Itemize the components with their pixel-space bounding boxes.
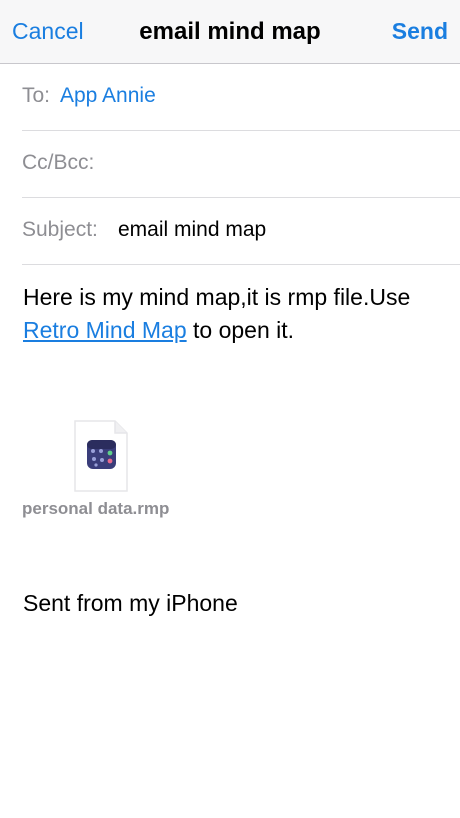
body-text-before-link: Here is my mind map,it is rmp file.Use [23, 284, 411, 310]
rmp-file-icon [74, 420, 128, 492]
to-field-row[interactable]: To: App Annie [22, 64, 460, 131]
signature: Sent from my iPhone [23, 590, 238, 616]
body-text-after-link: to open it. [186, 317, 295, 343]
compose-mail-screen: Cancel email mind map Send To: App Annie… [0, 0, 460, 818]
subject-label: Subject: [22, 218, 98, 241]
subject-field-row[interactable]: Subject: email mind map [22, 198, 460, 265]
navigation-bar: Cancel email mind map Send [0, 0, 460, 64]
send-button[interactable]: Send [392, 18, 448, 45]
attachment-file-name: personal data.rmp [22, 499, 170, 518]
cancel-button[interactable]: Cancel [12, 18, 84, 45]
subject-input[interactable]: email mind map [118, 218, 266, 242]
retro-mind-map-link[interactable]: Retro Mind Map [23, 317, 187, 343]
message-body[interactable]: Here is my mind map,it is rmp file.Use R… [23, 281, 443, 347]
attachment[interactable]: personal data.rmp [22, 420, 202, 520]
ccbcc-field-row[interactable]: Cc/Bcc: [22, 131, 460, 198]
to-recipient-token[interactable]: App Annie [60, 84, 156, 108]
ccbcc-label: Cc/Bcc: [22, 151, 95, 174]
to-label: To: [22, 84, 51, 107]
